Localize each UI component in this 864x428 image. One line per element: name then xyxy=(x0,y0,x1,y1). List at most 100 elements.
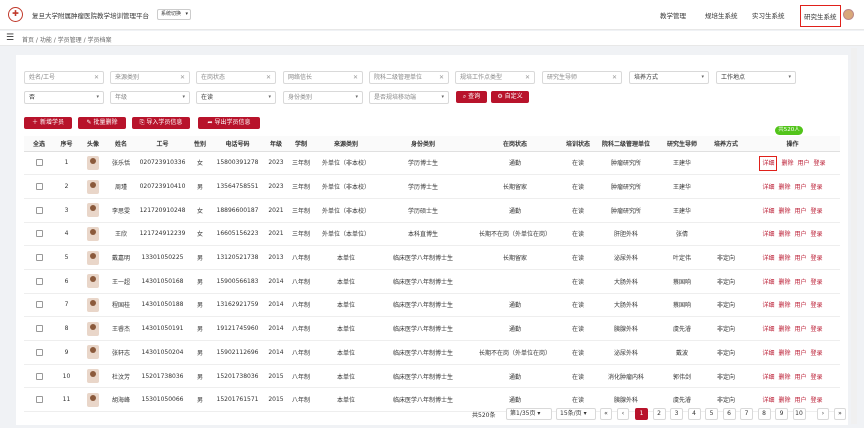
page-number-button[interactable]: 10 xyxy=(792,408,806,420)
delete-button[interactable]: 删除 xyxy=(778,184,790,191)
user-button[interactable]: 用户 xyxy=(795,231,807,238)
row-checkbox[interactable] xyxy=(35,230,43,238)
filter-study-status[interactable]: 在读 ▾ xyxy=(196,91,276,104)
per-page-select[interactable]: 15条/页 ▾ xyxy=(556,408,596,420)
clear-icon[interactable]: ✕ xyxy=(94,72,99,83)
row-checkbox[interactable] xyxy=(35,396,43,404)
detail-button[interactable]: 详细 xyxy=(762,231,774,238)
page-number-button[interactable]: 9 xyxy=(775,408,788,420)
login-button[interactable]: 登录 xyxy=(811,184,823,191)
user-button[interactable]: 用户 xyxy=(795,374,807,381)
delete-button[interactable]: 删除 xyxy=(778,302,790,309)
delete-button[interactable]: 删除 xyxy=(778,279,790,286)
clear-icon[interactable]: ✕ xyxy=(266,72,271,83)
login-button[interactable]: 登录 xyxy=(811,231,823,238)
nav-intern[interactable]: 实习生系统 xyxy=(752,10,785,20)
delete-button[interactable]: 删除 xyxy=(778,350,790,357)
login-button[interactable]: 登录 xyxy=(811,279,823,286)
delete-button[interactable]: 删除 xyxy=(778,397,790,404)
page-scrollbar[interactable] xyxy=(851,48,857,424)
delete-button[interactable]: 删除 xyxy=(778,255,790,262)
page-jump-select[interactable]: 第1/35页 ▾ xyxy=(506,408,552,420)
first-page-button[interactable]: « xyxy=(600,408,612,420)
page-number-button[interactable]: 8 xyxy=(757,408,771,420)
clear-icon[interactable]: ✕ xyxy=(612,72,617,83)
menu-icon[interactable]: ☰ xyxy=(6,34,14,43)
login-button[interactable]: 登录 xyxy=(811,255,823,262)
delete-button[interactable]: 删除 xyxy=(778,374,790,381)
user-avatar[interactable] xyxy=(843,9,854,20)
login-button[interactable]: 登录 xyxy=(814,160,826,167)
user-button[interactable]: 用户 xyxy=(795,326,807,333)
user-button[interactable]: 用户 xyxy=(795,302,807,309)
nav-teaching[interactable]: 教学管理 xyxy=(660,10,686,20)
page-number-button[interactable]: 7 xyxy=(740,408,753,420)
detail-button[interactable]: 详细 xyxy=(759,156,778,172)
clear-icon[interactable]: ✕ xyxy=(180,72,185,83)
detail-button[interactable]: 详细 xyxy=(762,350,774,357)
filter-name-id[interactable]: 姓名/工号 ✕ xyxy=(24,71,104,84)
row-checkbox[interactable] xyxy=(35,254,43,262)
login-button[interactable]: 登录 xyxy=(811,350,823,357)
page-number-button[interactable]: 6 xyxy=(722,408,736,420)
detail-button[interactable]: 详细 xyxy=(762,208,774,215)
system-switch-select[interactable]: 系统切换 ▾ xyxy=(157,9,191,20)
user-button[interactable]: 用户 xyxy=(798,160,810,167)
row-checkbox[interactable] xyxy=(35,206,43,214)
login-button[interactable]: 登录 xyxy=(811,326,823,333)
delete-button[interactable]: 删除 xyxy=(778,208,790,215)
row-checkbox[interactable] xyxy=(35,325,43,333)
detail-button[interactable]: 详细 xyxy=(762,279,774,286)
nav-graduate[interactable]: 研究生系统 xyxy=(800,5,841,27)
clear-icon[interactable]: ✕ xyxy=(353,72,358,83)
filter-supervisor[interactable]: 研究生导师 ✕ xyxy=(542,71,622,84)
batch-delete-button[interactable]: ✎ 批量删除 xyxy=(78,117,126,129)
delete-button[interactable]: 删除 xyxy=(778,231,790,238)
row-checkbox[interactable] xyxy=(35,183,43,191)
filter-status[interactable]: 在岗状态 ✕ xyxy=(196,71,276,84)
row-checkbox[interactable] xyxy=(35,277,43,285)
login-button[interactable]: 登录 xyxy=(811,302,823,309)
filter-identity[interactable]: 身份类别 ▾ xyxy=(283,91,363,104)
last-page-button[interactable]: » xyxy=(834,408,846,420)
detail-button[interactable]: 详细 xyxy=(762,374,774,381)
add-student-button[interactable]: ＋ 新增学员 xyxy=(24,117,72,129)
filter-dept[interactable]: 院科二级管理单位 ✕ xyxy=(369,71,449,84)
detail-button[interactable]: 详细 xyxy=(762,255,774,262)
login-button[interactable]: 登录 xyxy=(811,208,823,215)
row-checkbox[interactable] xyxy=(35,301,43,309)
user-button[interactable]: 用户 xyxy=(795,279,807,286)
query-button[interactable]: ⌕ 查询 xyxy=(456,91,487,103)
page-number-button[interactable]: 4 xyxy=(687,408,701,420)
filter-network[interactable]: 网络信长 ✕ xyxy=(283,71,363,84)
filter-source[interactable]: 来源类别 ✕ xyxy=(110,71,190,84)
page-number-button[interactable]: 2 xyxy=(652,408,666,420)
page-number-button[interactable]: 1 xyxy=(635,408,648,420)
user-button[interactable]: 用户 xyxy=(795,350,807,357)
filter-mobile[interactable]: 是否规培移动端 ▾ xyxy=(369,91,449,104)
delete-button[interactable]: 删除 xyxy=(778,326,790,333)
user-button[interactable]: 用户 xyxy=(795,184,807,191)
user-button[interactable]: 用户 xyxy=(795,255,807,262)
filter-training-mode[interactable]: 培养方式 ▾ xyxy=(629,71,709,84)
import-button[interactable]: ⎘ 导入学员信息 xyxy=(132,117,190,129)
row-checkbox[interactable] xyxy=(35,159,43,167)
filter-work-location[interactable]: 工作地点 ▾ xyxy=(716,71,796,84)
page-number-button[interactable]: 5 xyxy=(705,408,718,420)
export-button[interactable]: ➦ 导出学员信息 xyxy=(198,117,260,129)
row-checkbox[interactable] xyxy=(35,372,43,380)
detail-button[interactable]: 详细 xyxy=(762,397,774,404)
login-button[interactable]: 登录 xyxy=(811,374,823,381)
clear-icon[interactable]: ✕ xyxy=(525,72,530,83)
user-button[interactable]: 用户 xyxy=(795,208,807,215)
row-checkbox[interactable] xyxy=(35,348,43,356)
detail-button[interactable]: 详细 xyxy=(762,184,774,191)
clear-icon[interactable]: ✕ xyxy=(439,72,444,83)
delete-button[interactable]: 删除 xyxy=(781,160,793,167)
user-button[interactable]: 用户 xyxy=(795,397,807,404)
filter-grade[interactable]: 年级 ▾ xyxy=(110,91,190,104)
login-button[interactable]: 登录 xyxy=(811,397,823,404)
detail-button[interactable]: 详细 xyxy=(762,326,774,333)
filter-worksite-type[interactable]: 规培工作点类型 ✕ xyxy=(455,71,535,84)
prev-page-button[interactable]: ‹ xyxy=(617,408,629,420)
